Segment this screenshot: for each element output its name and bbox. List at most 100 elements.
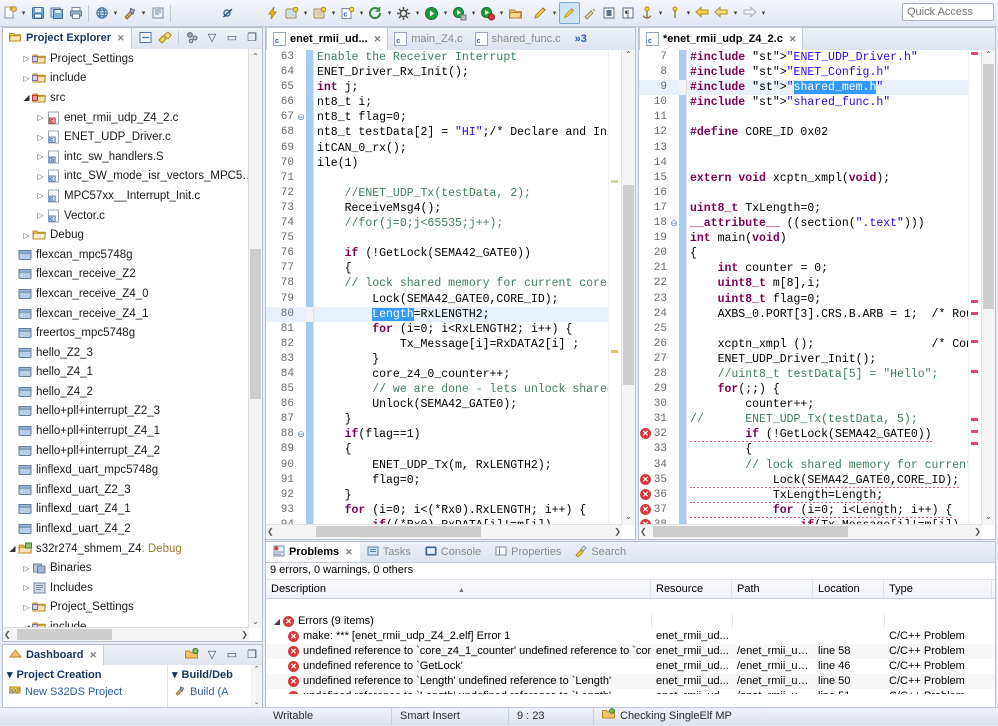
minimize-icon[interactable]: ▭ [225, 647, 239, 661]
hscroll-thumb[interactable] [653, 526, 848, 537]
tree-item[interactable]: linflexd_uart_mpc5748g [3, 460, 262, 480]
close-icon[interactable]: ✕ [117, 33, 125, 44]
refresh-dropdown-arrow[interactable]: ▾ [385, 3, 394, 23]
code-line[interactable]: 89 { [266, 442, 635, 458]
code-line[interactable]: 69 itCAN_0_rx(); [266, 140, 635, 156]
code-line[interactable]: 20 { [639, 246, 995, 262]
code-line[interactable]: 66 nt8_t i; [266, 95, 635, 111]
new-file-icon[interactable] [0, 3, 19, 23]
fold-collapse-icon[interactable]: ⊖ [296, 427, 306, 442]
anchor-icon[interactable] [637, 3, 656, 23]
debug-config-icon[interactable] [310, 3, 329, 23]
next-dropdown-arrow[interactable]: ▾ [759, 3, 768, 23]
close-icon[interactable]: ✕ [89, 650, 97, 661]
problems-row[interactable]: ✕ undefined reference to `Length' undefin… [266, 689, 995, 694]
fold-collapse-icon[interactable]: ⊖ [669, 216, 679, 231]
settings-gear-icon[interactable] [394, 3, 413, 23]
expand-arrow-icon[interactable]: ▷ [21, 583, 32, 592]
import-icon[interactable] [148, 3, 167, 23]
tree-item[interactable]: linflexd_uart_Z4_2 [3, 519, 262, 539]
view-menu-icon[interactable]: ▽ [205, 647, 219, 661]
problems-tab[interactable]: Problems ✕ [266, 542, 360, 562]
code-line[interactable]: 76 if (!GetLock(SEMA42_GATE0)) [266, 246, 635, 262]
tree-item[interactable]: ▷ c ENET_UDP_Driver.c [3, 127, 262, 147]
hscroll-thumb[interactable] [316, 526, 481, 537]
code-line[interactable]: 82 Tx_Message[i]=RxDATA2[i] ; [266, 336, 635, 352]
pilcrow-icon[interactable]: ¶ [618, 3, 637, 23]
code-line[interactable]: 10 #include "st">"shared_func.h" [639, 95, 995, 111]
editor-tab[interactable]: main_Z4.c [388, 28, 468, 50]
expand-arrow-icon[interactable]: ▷ [35, 211, 46, 220]
globe-dropdown-arrow[interactable]: ▾ [111, 3, 120, 23]
scroll-left-arrow[interactable]: ❮ [640, 527, 647, 536]
code-line[interactable]: 72 //ENET_UDP_Tx(testData, 2); [266, 185, 635, 201]
code-line[interactable]: 63 Enable the Receiver Interrupt [266, 50, 635, 66]
code-line[interactable]: 79 Lock(SEMA42_GATE0,CORE_ID); [266, 291, 635, 307]
print-icon[interactable] [66, 3, 85, 23]
code-line[interactable]: 7 #include "st">"ENET_UDP_Driver.h" [639, 50, 995, 66]
expand-arrow-icon[interactable]: ▷ [21, 564, 32, 573]
tree-item[interactable]: flexcan_receive_Z4_0 [3, 284, 262, 304]
profile-dropdown-arrow[interactable]: ▾ [497, 3, 506, 23]
save-icon[interactable] [28, 3, 47, 23]
error-marker-icon[interactable]: ✕ [640, 473, 651, 485]
forward-dropdown-arrow[interactable]: ▾ [731, 3, 740, 23]
column-header-path[interactable]: Path [732, 580, 813, 598]
skip-breakpoints-icon[interactable] [218, 3, 237, 23]
code-line[interactable]: 11 [639, 110, 995, 126]
error-marker-icon[interactable]: ✕ [640, 488, 651, 500]
code-line[interactable]: 8 #include "st">"ENET_Config.h" [639, 65, 995, 81]
error-marker-icon[interactable]: ✕ [640, 503, 651, 515]
view-menu-icon[interactable]: ▽ [205, 30, 219, 44]
code-line[interactable]: ✕ 37 for (i=0; i<Length; i++) { [639, 502, 995, 518]
tree-item[interactable]: ▷ Debug [3, 225, 262, 245]
overview-marker-error[interactable] [971, 52, 978, 55]
code-line[interactable]: 86 Unlock(SEMA42_GATE0); [266, 397, 635, 413]
code-line[interactable]: 74 //for(j=0;j<65535;j++); [266, 216, 635, 232]
code-line[interactable]: 92 } [266, 487, 635, 503]
tree-item[interactable]: flexcan_receive_Z4_1 [3, 304, 262, 324]
tree-item[interactable]: hello_Z2_3 [3, 343, 262, 363]
build-hammer-icon[interactable] [120, 3, 139, 23]
code-line[interactable]: 71 [266, 170, 635, 186]
code-line[interactable]: ✕ 35 Lock(SEMA42_GATE0,CORE_ID); [639, 472, 995, 488]
scroll-down-arrow[interactable]: ⌄ [249, 614, 262, 628]
code-line[interactable]: 16 [639, 185, 995, 201]
tree-item[interactable]: linflexd_uart_Z4_1 [3, 500, 262, 520]
column-header-type[interactable]: Type [884, 580, 992, 598]
collapse-arrow-icon[interactable]: ◢ [21, 93, 32, 102]
debug-c-icon[interactable] [282, 3, 301, 23]
overview-marker-error[interactable] [971, 312, 978, 315]
tab-project-explorer[interactable]: Project Explorer ✕ [3, 27, 132, 50]
problems-group-row[interactable]: ◢ ✕ Errors (9 items) [266, 614, 995, 629]
code-line[interactable]: 24 AXBS_0.PORT[3].CRS.B.ARB = 1; /* Roun… [639, 306, 995, 322]
dashboard-refresh-icon[interactable] [185, 647, 199, 661]
pencil-icon[interactable] [531, 3, 550, 23]
code-line[interactable]: 14 [639, 155, 995, 171]
editor-right-vscrollbar[interactable]: ⌃ ⌄ [981, 50, 995, 525]
editor-right-overview-ruler[interactable] [968, 50, 982, 525]
pencil-dropdown-arrow[interactable]: ▾ [550, 3, 559, 23]
problems-table-body[interactable]: ◢ ✕ Errors (9 items) ✕ make: *** [enet_rmii_… [266, 614, 995, 694]
code-line[interactable]: 29 for(;;) { [639, 382, 995, 398]
hscroll-thumb[interactable] [17, 629, 112, 640]
new-dropdown-arrow[interactable]: ▾ [19, 3, 28, 23]
focus-on-active-task-icon[interactable] [185, 30, 199, 44]
scroll-down-arrow[interactable]: ⌄ [982, 512, 995, 525]
anchor-dropdown-arrow[interactable]: ▾ [656, 3, 665, 23]
editor-tab[interactable]: shared_func.c [469, 28, 567, 50]
build-dropdown-arrow[interactable]: ▾ [139, 3, 148, 23]
code-line[interactable]: 77 { [266, 261, 635, 277]
link-with-editor-icon[interactable] [158, 30, 172, 44]
expand-arrow-icon[interactable]: ▷ [35, 172, 46, 181]
forward-icon[interactable] [712, 3, 731, 23]
code-line[interactable]: 81 for (i=0; i<RxLENGTH2; i++) { [266, 321, 635, 337]
scroll-right-arrow[interactable]: ❯ [974, 527, 981, 536]
debug-bug-dropdown-arrow[interactable]: ▾ [469, 3, 478, 23]
editor-left-hscrollbar[interactable]: ❮ ❯ [266, 524, 622, 539]
jump-dropdown-arrow[interactable]: ▾ [684, 3, 693, 23]
code-line[interactable]: 88 ⊖ if(flag==1) [266, 427, 635, 443]
code-line[interactable]: 13 [639, 140, 995, 156]
code-line[interactable]: 93 for (i=0; i<(*Rx0).RxLENGTH; i++) { [266, 502, 635, 518]
problems-tab[interactable]: Properties [488, 542, 568, 562]
